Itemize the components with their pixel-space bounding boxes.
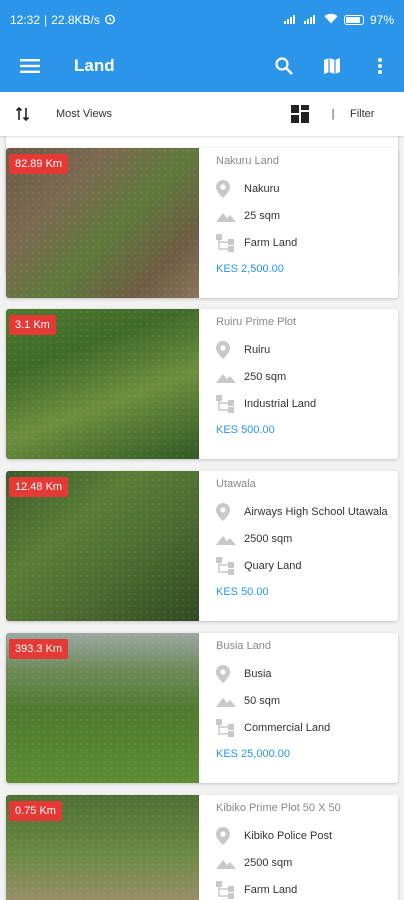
listing-name: Kibiko Prime Plot 50 X 50 — [216, 802, 341, 814]
listing-photo: 393.3 Km — [6, 633, 199, 783]
listing-size: 2500 sqm — [244, 856, 293, 869]
listing-card[interactable]: 393.3 Km Busia Land Busia 50 sqm Commerc… — [6, 633, 398, 783]
listing-photo: 0.75 Km — [6, 795, 199, 900]
listing-type: Quary Land — [244, 559, 302, 572]
listing-location: Busia — [244, 667, 272, 680]
listing-location: Nakuru — [244, 182, 280, 195]
menu-icon[interactable] — [0, 40, 60, 92]
status-bar: 12:32 | 22.8KB/s 97% — [0, 0, 404, 40]
app-bar: Land — [0, 40, 404, 92]
listing-type: Commercial Land — [244, 721, 331, 734]
listing-location: Airways High School Utawala — [244, 505, 388, 518]
more-vert-icon[interactable] — [356, 40, 404, 92]
listing-type: Industrial Land — [244, 397, 317, 410]
listing-card[interactable]: 82.89 Km Nakuru Land Nakuru 25 sqm Farm … — [6, 148, 398, 298]
distance-badge: 3.1 Km — [9, 315, 56, 335]
location-pin-icon — [216, 502, 244, 521]
listing-photo: 12.48 Km — [6, 471, 199, 621]
divider: | — [331, 108, 335, 120]
listing-price: KES 500.00 — [216, 424, 275, 436]
listing-location: Kibiko Police Post — [244, 829, 333, 842]
status-time: 12:32 — [10, 13, 41, 27]
area-icon — [216, 695, 244, 707]
listing-photo: 82.89 Km — [6, 148, 199, 298]
listing-type: Farm Land — [244, 236, 298, 249]
page-title: Land — [74, 56, 115, 75]
listing-size: 250 sqm — [244, 370, 287, 383]
location-pin-icon — [216, 340, 244, 359]
map-icon[interactable] — [308, 40, 356, 92]
listing-name: Ruiru Prime Plot — [216, 316, 297, 328]
distance-badge: 393.3 Km — [9, 639, 69, 659]
listing-size: 25 sqm — [244, 209, 281, 222]
land-type-icon — [216, 556, 244, 575]
signal-icon — [283, 13, 298, 27]
listing-name: Nakuru Land — [216, 155, 279, 167]
area-icon — [216, 533, 244, 545]
battery-icon — [343, 15, 364, 25]
listing-price: KES 50.00 — [216, 586, 269, 598]
search-icon[interactable] — [260, 40, 308, 92]
location-pin-icon — [216, 179, 244, 198]
land-type-icon — [216, 718, 244, 737]
listing-photo: 3.1 Km — [6, 309, 199, 459]
listing-card[interactable]: 3.1 Km Ruiru Prime Plot Ruiru 250 sqm In… — [6, 309, 398, 459]
battery-level: 97% — [369, 13, 394, 27]
listing-card[interactable]: 0.75 Km Kibiko Prime Plot 50 X 50 Kibiko… — [6, 795, 398, 900]
listing-price: KES 25,000.00 — [216, 748, 291, 760]
listing-name: Utawala — [216, 478, 256, 490]
land-type-icon — [216, 233, 244, 252]
distance-badge: 0.75 Km — [9, 801, 62, 821]
signal-icon — [303, 13, 318, 27]
listing-size: 50 sqm — [244, 694, 281, 707]
sort-icon[interactable] — [0, 106, 46, 122]
listing-card[interactable]: 12.48 Km Utawala Airways High School Uta… — [6, 471, 398, 621]
area-icon — [216, 210, 244, 222]
listing-location: Ruiru — [244, 343, 271, 356]
sort-option-label[interactable]: Most Views — [56, 108, 280, 120]
sort-filter-bar: Most Views | Filter — [0, 92, 404, 136]
grid-view-icon[interactable] — [280, 105, 320, 123]
land-type-icon — [216, 394, 244, 413]
listing-type: Farm Land — [244, 883, 298, 896]
location-pin-icon — [216, 826, 244, 845]
distance-badge: 82.89 Km — [9, 154, 69, 174]
status-speed: 22.8KB/s — [51, 13, 100, 27]
location-pin-icon — [216, 664, 244, 683]
listing-size: 2500 sqm — [244, 532, 293, 545]
filter-button[interactable]: Filter — [346, 108, 404, 120]
wifi-icon — [324, 13, 338, 27]
alarm-icon — [104, 13, 116, 28]
listing-name: Busia Land — [216, 640, 272, 652]
listing-list: 82.89 Km Nakuru Land Nakuru 25 sqm Farm … — [0, 136, 404, 900]
land-type-icon — [216, 880, 244, 899]
distance-badge: 12.48 Km — [9, 477, 69, 497]
area-icon — [216, 857, 244, 869]
area-icon — [216, 371, 244, 383]
listing-price: KES 2,500.00 — [216, 263, 284, 275]
